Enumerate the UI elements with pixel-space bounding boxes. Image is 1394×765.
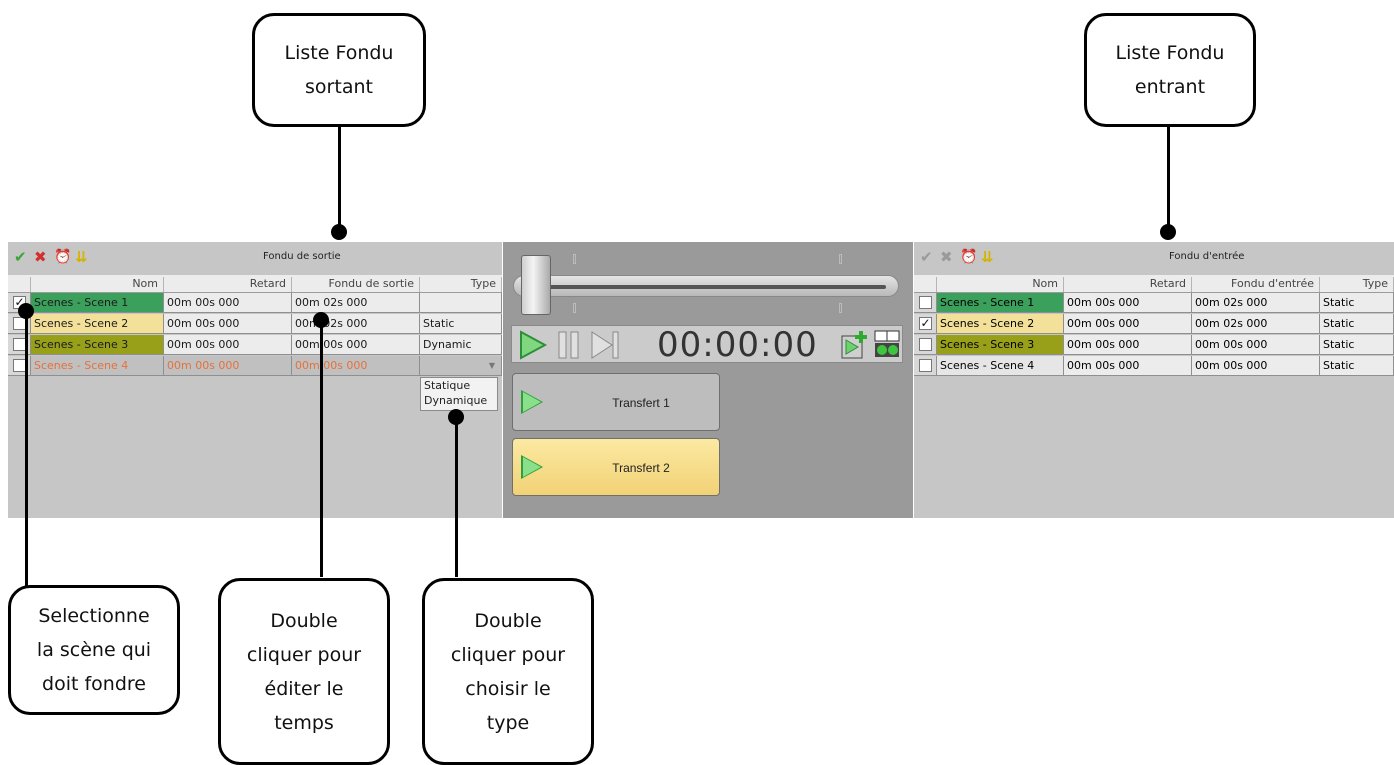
check-all-icon[interactable]: ✔ [920, 249, 933, 265]
scene-name-cell[interactable]: Scenes - Scene 1 [937, 293, 1064, 313]
delay-cell[interactable]: 00m 00s 000 [164, 356, 292, 376]
fade-in-panel: ✔ ✖ ⏰ ⇊ Fondu d'entrée Nom Retard Fondu … [914, 242, 1394, 518]
fade-cell[interactable]: 00m 00s 000 [1192, 356, 1320, 376]
clock-icon[interactable]: ⏰ [960, 249, 977, 265]
select-checkbox[interactable] [919, 296, 932, 309]
col-nom[interactable]: Nom [937, 277, 1064, 292]
col-type[interactable]: Type [1320, 277, 1394, 292]
transfer-center: 00:00:00 Transfert 1 Transfert 2 [503, 242, 913, 518]
col-fondu-entree[interactable]: Fondu d'entrée [1192, 277, 1320, 292]
table-row[interactable]: Scenes - Scene 4 00m 00s 000 00m 00s 000 St… [914, 356, 1394, 376]
slider-thumb[interactable] [521, 255, 551, 315]
fade-slider[interactable] [513, 275, 899, 297]
uncheck-all-icon[interactable]: ✖ [940, 249, 953, 265]
fade-out-title: Fondu de sortie [263, 251, 341, 262]
delay-cell[interactable]: 00m 00s 000 [1064, 356, 1192, 376]
col-retard[interactable]: Retard [164, 277, 292, 292]
fade-cell[interactable]: 00m 02s 000 [292, 293, 420, 313]
table-row[interactable]: Scenes - Scene 3 00m 00s 000 00m 00s 000 Dy… [8, 335, 502, 355]
select-checkbox[interactable]: ✓ [919, 317, 932, 330]
delay-cell[interactable]: 00m 00s 000 [1064, 314, 1192, 334]
scene-name-cell[interactable]: Scenes - Scene 2 [31, 314, 164, 334]
callout-edit-time: Double cliquer pour éditer le temps [218, 578, 390, 765]
pause-icon[interactable] [556, 330, 582, 360]
delay-cell[interactable]: 00m 00s 000 [164, 314, 292, 334]
delay-cell[interactable]: 00m 00s 000 [164, 293, 292, 313]
callout-out-list: Liste Fondu sortant [252, 13, 426, 127]
chevron-down-icon[interactable]: ▼ [489, 356, 495, 375]
callout-dot-out [331, 224, 347, 240]
delay-cell[interactable]: 00m 00s 000 [1064, 293, 1192, 313]
type-cell[interactable]: Static [1320, 293, 1394, 313]
fade-out-header: Nom Retard Fondu de sortie Type [8, 275, 502, 293]
type-cell[interactable]: Static [1320, 314, 1394, 334]
callout-line-in [1167, 126, 1170, 232]
col-retard[interactable]: Retard [1064, 277, 1192, 292]
fade-cell[interactable]: 00m 00s 000 [292, 335, 420, 355]
next-icon[interactable] [590, 330, 620, 360]
transfer-settings-icon[interactable] [872, 329, 902, 361]
down-arrows-icon[interactable]: ⇊ [75, 249, 88, 265]
callout-line-type [455, 417, 458, 577]
scene-name-cell[interactable]: Scenes - Scene 3 [31, 335, 164, 355]
type-cell[interactable]: ▼ [420, 356, 502, 376]
type-cell[interactable]: Static [1320, 356, 1394, 376]
transfer-2-button[interactable]: Transfert 2 [512, 438, 720, 496]
uncheck-all-icon[interactable]: ✖ [34, 249, 47, 265]
table-row[interactable]: Scenes - Scene 3 00m 00s 000 00m 00s 000 St… [914, 335, 1394, 355]
callout-in-list: Liste Fondu entrant [1084, 13, 1256, 127]
fade-cell[interactable]: 00m 00s 000 [1192, 335, 1320, 355]
scene-name-cell[interactable]: Scenes - Scene 1 [31, 293, 164, 313]
callout-dot-type [448, 409, 464, 425]
col-nom[interactable]: Nom [31, 277, 164, 292]
select-checkbox[interactable] [919, 338, 932, 351]
scene-name-cell[interactable]: Scenes - Scene 3 [937, 335, 1064, 355]
delay-cell[interactable]: 00m 00s 000 [1064, 335, 1192, 355]
fade-cell[interactable]: 00m 00s 000 [292, 356, 420, 376]
type-cell[interactable]: Dynamic [420, 335, 502, 355]
table-row[interactable]: ✓ Scenes - Scene 1 00m 00s 000 00m 02s 000 [8, 293, 502, 313]
transfer-1-button[interactable]: Transfert 1 [512, 373, 720, 431]
type-dropdown[interactable]: Statique Dynamique [420, 377, 498, 411]
type-cell[interactable]: Static [420, 314, 502, 334]
fade-cell[interactable]: 00m 02s 000 [1192, 293, 1320, 313]
callout-line-time [320, 320, 323, 577]
clock-icon[interactable]: ⏰ [54, 249, 71, 265]
type-cell[interactable] [420, 293, 502, 313]
callout-line-select [25, 311, 28, 587]
transport-bar: 00:00:00 [511, 325, 903, 365]
scene-name-cell[interactable]: Scenes - Scene 2 [937, 314, 1064, 334]
scene-name-cell[interactable]: Scenes - Scene 4 [937, 356, 1064, 376]
table-row[interactable]: Scenes - Scene 1 00m 00s 000 00m 02s 000 St… [914, 293, 1394, 313]
fade-cell[interactable]: 00m 02s 000 [1192, 314, 1320, 334]
table-row[interactable]: Scenes - Scene 2 00m 00s 000 00m 02s 000 St… [8, 314, 502, 334]
fade-in-header: Nom Retard Fondu d'entrée Type [914, 275, 1394, 293]
col-fondu-sortie[interactable]: Fondu de sortie [292, 277, 420, 292]
callout-line-out [338, 126, 341, 232]
callout-select-scene: Selectionne la scène qui doit fondre [8, 585, 180, 715]
type-option-statique[interactable]: Statique [421, 378, 497, 393]
callout-dot-select [18, 303, 34, 319]
type-cell[interactable]: Static [1320, 335, 1394, 355]
check-all-icon[interactable]: ✔ [14, 249, 27, 265]
down-arrows-icon[interactable]: ⇊ [981, 249, 994, 265]
fade-cell[interactable]: 00m 02s 000 [292, 314, 420, 334]
type-option-dynamique[interactable]: Dynamique [421, 393, 497, 408]
callout-choose-type: Double cliquer pour choisir le type [422, 578, 594, 765]
table-row[interactable]: Scenes - Scene 4 00m 00s 000 00m 00s 000 ▼ [8, 356, 502, 376]
delay-cell[interactable]: 00m 00s 000 [164, 335, 292, 355]
select-checkbox[interactable] [919, 359, 932, 372]
callout-dot-in [1160, 224, 1176, 240]
play-icon[interactable] [518, 330, 548, 360]
table-row[interactable]: ✓ Scenes - Scene 2 00m 00s 000 00m 02s 000 S… [914, 314, 1394, 334]
add-transfer-icon[interactable] [840, 330, 870, 360]
scene-name-cell[interactable]: Scenes - Scene 4 [31, 356, 164, 376]
timer-display: 00:00:00 [657, 325, 818, 365]
callout-dot-time [313, 312, 329, 328]
col-type[interactable]: Type [420, 277, 502, 292]
fade-in-title: Fondu d'entrée [1169, 251, 1245, 262]
